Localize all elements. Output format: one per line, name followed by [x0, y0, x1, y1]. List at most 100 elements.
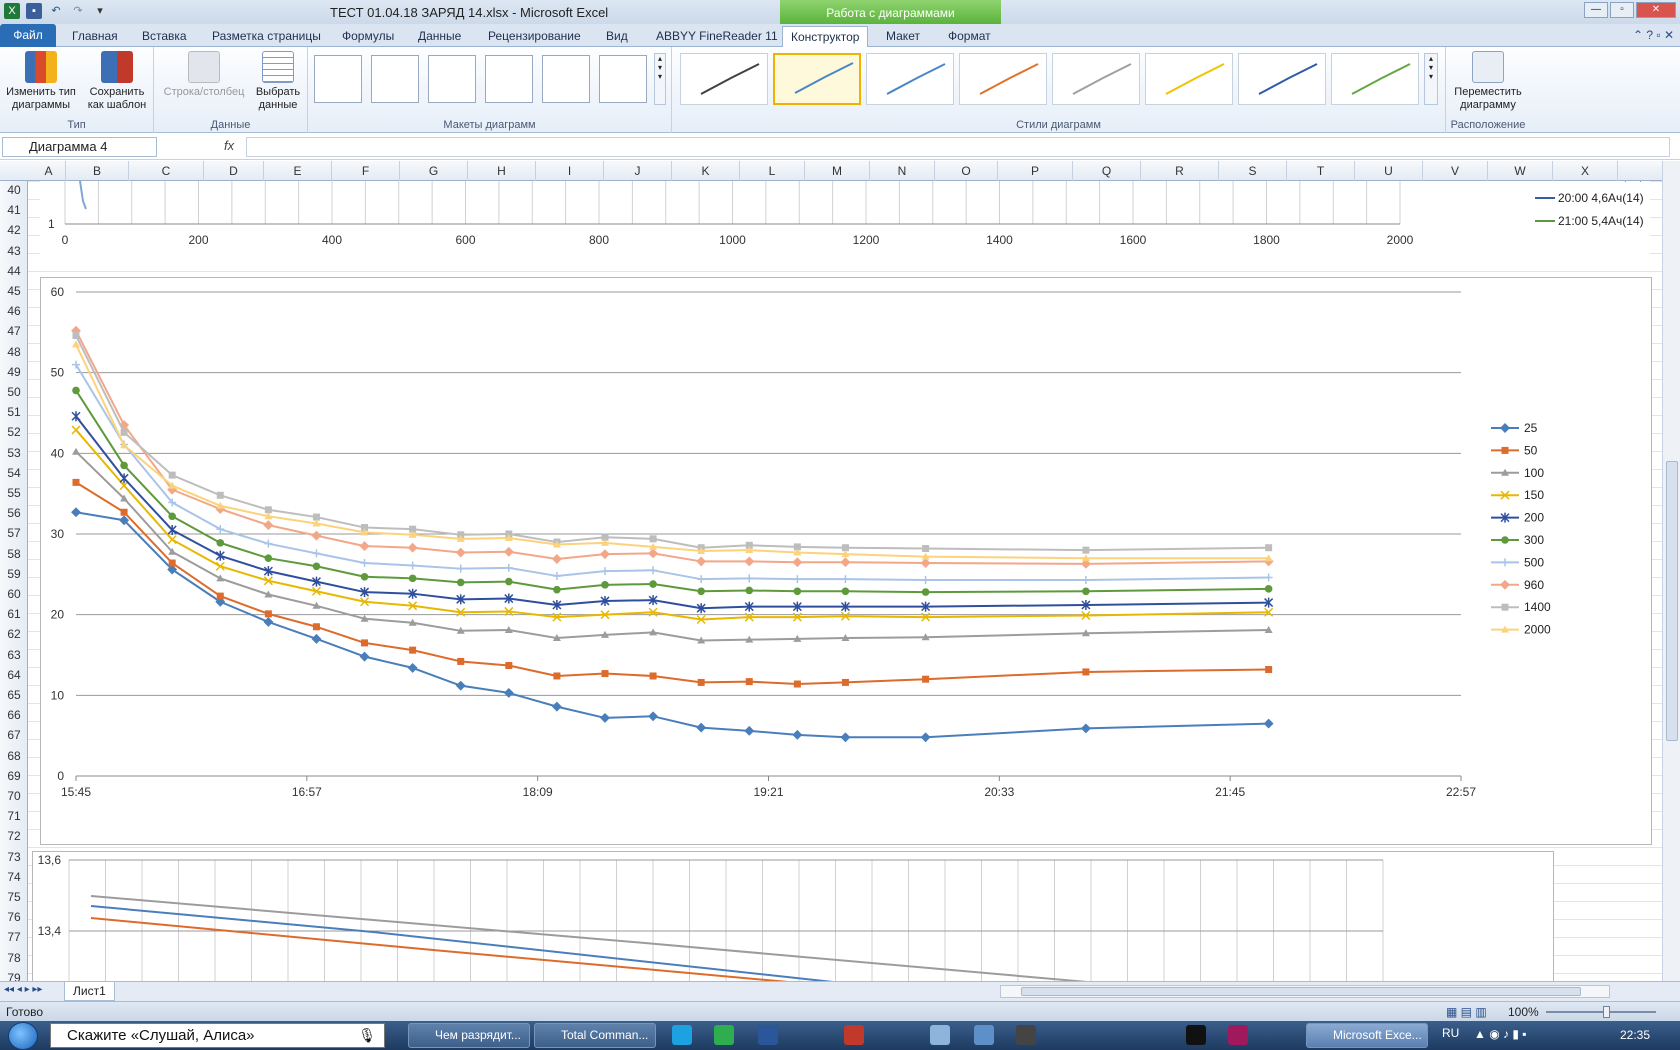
app-dark-icon[interactable]: [1016, 1025, 1036, 1045]
chart-style-4[interactable]: [959, 53, 1047, 105]
chart-layout-4[interactable]: [485, 55, 533, 103]
row-header[interactable]: 67: [0, 726, 28, 744]
app-black-icon[interactable]: [1186, 1025, 1206, 1045]
row-header[interactable]: 59: [0, 565, 28, 583]
close-button[interactable]: ✕: [1636, 2, 1676, 18]
row-header[interactable]: 77: [0, 928, 28, 946]
row-header[interactable]: 54: [0, 464, 28, 482]
row-header[interactable]: 40: [0, 181, 28, 199]
column-header[interactable]: H: [468, 161, 536, 181]
redo-icon[interactable]: ↷: [70, 3, 86, 19]
zoom-level[interactable]: 100%: [1508, 1005, 1539, 1019]
zoom-slider[interactable]: [1546, 1006, 1656, 1018]
horizontal-scroll-thumb[interactable]: [1021, 987, 1581, 996]
tab-insert[interactable]: Вставка: [134, 26, 195, 47]
move-chart-button[interactable]: Переместить диаграмму: [1448, 51, 1528, 112]
tab-abbyy[interactable]: ABBYY FineReader 11: [648, 26, 786, 47]
chart-style-8[interactable]: [1331, 53, 1419, 105]
row-header[interactable]: 72: [0, 827, 28, 845]
tray-icons[interactable]: ▲ ◉ ♪ ▮ ▪: [1474, 1027, 1527, 1041]
sheet-tab-list1[interactable]: Лист1: [64, 982, 115, 1001]
row-header[interactable]: 63: [0, 646, 28, 664]
styles-scroll[interactable]: ▴ ▾ ▾: [1424, 53, 1438, 105]
column-header[interactable]: A: [32, 161, 66, 181]
row-header[interactable]: 44: [0, 262, 28, 280]
row-header[interactable]: 45: [0, 282, 28, 300]
column-header[interactable]: X: [1553, 161, 1618, 181]
tab-file[interactable]: Файл: [0, 24, 56, 47]
row-header[interactable]: 61: [0, 605, 28, 623]
row-header[interactable]: 78: [0, 949, 28, 967]
customize-qat-icon[interactable]: ▾: [92, 3, 108, 19]
language-indicator[interactable]: RU: [1442, 1026, 1459, 1040]
row-header[interactable]: 47: [0, 322, 28, 340]
row-header[interactable]: 56: [0, 504, 28, 522]
app-blue-icon[interactable]: [974, 1025, 994, 1045]
column-header[interactable]: I: [536, 161, 604, 181]
word-icon[interactable]: [758, 1025, 778, 1045]
row-header[interactable]: 57: [0, 524, 28, 542]
tab-format[interactable]: Формат: [940, 26, 999, 47]
column-header[interactable]: U: [1355, 161, 1423, 181]
column-header[interactable]: Q: [1073, 161, 1141, 181]
select-data-button[interactable]: Выбрать данные: [250, 51, 306, 112]
save-icon[interactable]: ▪: [26, 3, 42, 19]
app-doc-icon[interactable]: [930, 1025, 950, 1045]
column-header[interactable]: F: [332, 161, 400, 181]
restore-button[interactable]: ▫: [1610, 2, 1634, 18]
zoom-slider-thumb[interactable]: [1603, 1006, 1610, 1018]
chart-style-5[interactable]: [1052, 53, 1140, 105]
row-header[interactable]: 75: [0, 888, 28, 906]
row-header[interactable]: 69: [0, 767, 28, 785]
app-green-icon[interactable]: [714, 1025, 734, 1045]
row-header[interactable]: 55: [0, 484, 28, 502]
column-header[interactable]: R: [1141, 161, 1219, 181]
task-total-commander[interactable]: Total Comman...: [534, 1023, 656, 1048]
tab-design[interactable]: Конструктор: [782, 26, 869, 47]
row-header[interactable]: 50: [0, 383, 28, 401]
chart-style-3[interactable]: [866, 53, 954, 105]
tab-formulas[interactable]: Формулы: [334, 26, 402, 47]
chart-style-7[interactable]: [1238, 53, 1326, 105]
chart-layout-6[interactable]: [599, 55, 647, 103]
change-chart-type-button[interactable]: Изменить тип диаграммы: [4, 51, 78, 112]
column-header[interactable]: C: [129, 161, 204, 181]
row-header[interactable]: 65: [0, 686, 28, 704]
column-header[interactable]: S: [1219, 161, 1287, 181]
row-header[interactable]: 62: [0, 625, 28, 643]
row-header[interactable]: 58: [0, 545, 28, 563]
column-header[interactable]: G: [400, 161, 468, 181]
chart-style-6[interactable]: [1145, 53, 1233, 105]
column-header[interactable]: K: [672, 161, 740, 181]
name-box[interactable]: Диаграмма 4: [2, 137, 157, 157]
skype-icon[interactable]: [672, 1025, 692, 1045]
task-browser[interactable]: Чем разрядит...: [408, 1023, 530, 1048]
row-header[interactable]: 46: [0, 302, 28, 320]
vertical-scroll-thumb[interactable]: [1666, 461, 1678, 741]
sheet-nav-arrows-icon[interactable]: ◂◂ ◂ ▸ ▸▸: [4, 984, 42, 995]
chart-top-partial[interactable]: 0 200 400 600 800 1000 1200 1400 1600 1800 2000 1 19…: [40, 168, 1650, 269]
layouts-scroll[interactable]: ▴ ▾ ▾: [654, 53, 666, 105]
chart-layout-5[interactable]: [542, 55, 590, 103]
row-header[interactable]: 52: [0, 423, 28, 441]
undo-icon[interactable]: ↶: [48, 3, 64, 19]
row-header[interactable]: 68: [0, 747, 28, 765]
row-header[interactable]: 60: [0, 585, 28, 603]
view-buttons-icon[interactable]: ▦ ▤ ▥: [1446, 1005, 1487, 1019]
pdf-icon[interactable]: [844, 1025, 864, 1045]
column-header[interactable]: D: [204, 161, 264, 181]
column-header[interactable]: O: [935, 161, 998, 181]
row-header[interactable]: 66: [0, 706, 28, 724]
row-header[interactable]: 41: [0, 201, 28, 219]
vertical-scrollbar[interactable]: [1662, 161, 1680, 989]
excel-icon[interactable]: X: [4, 3, 20, 19]
column-header[interactable]: P: [998, 161, 1073, 181]
column-header[interactable]: T: [1287, 161, 1355, 181]
row-header[interactable]: 43: [0, 242, 28, 260]
row-header[interactable]: 48: [0, 343, 28, 361]
column-header[interactable]: V: [1423, 161, 1488, 181]
app-magenta-icon[interactable]: [1228, 1025, 1248, 1045]
row-header[interactable]: 53: [0, 444, 28, 462]
column-header[interactable]: L: [740, 161, 805, 181]
chart-bottom-partial[interactable]: 13,6 13,4: [32, 851, 1554, 989]
